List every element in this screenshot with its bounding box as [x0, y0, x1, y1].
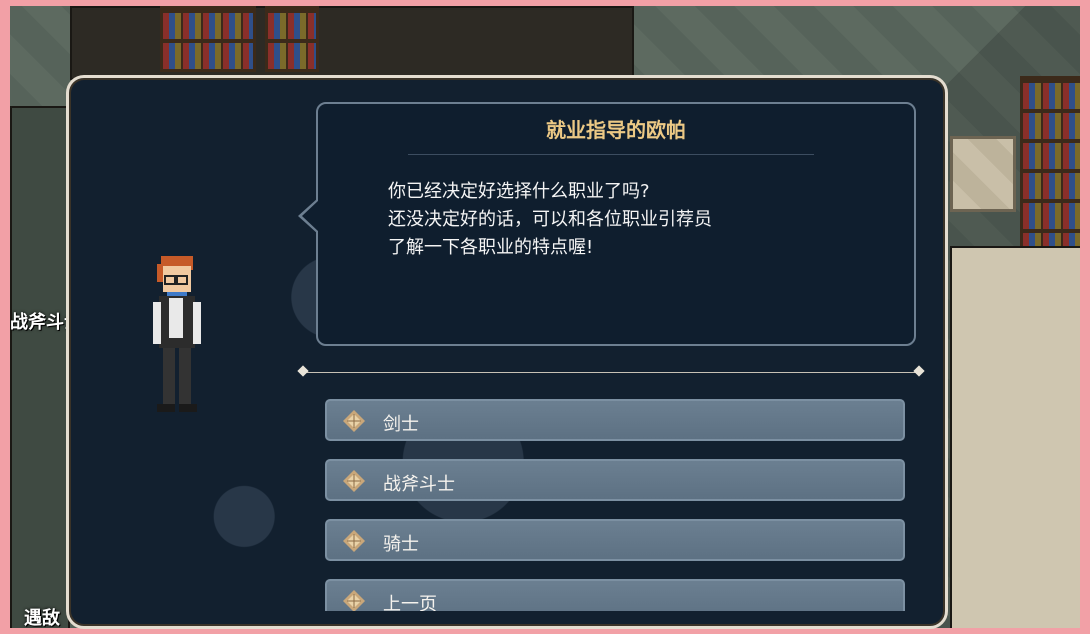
- choice-list: 剑士 战斧斗士 骑士 上一页: [325, 399, 909, 611]
- message-line: 还没决定好的话，可以和各位职业引荐员: [388, 209, 712, 230]
- right-floor: [950, 246, 1080, 628]
- speech-bubble-tail-fill: [302, 200, 319, 232]
- speech-bubble: 就业指导的欧帕 你已经决定好选择什么职业了吗? 还没决定好的话，可以和各位职业引…: [316, 102, 916, 346]
- top-wall: [70, 6, 634, 80]
- name-divider: [408, 154, 814, 155]
- choice-knight-button[interactable]: 骑士: [325, 519, 905, 561]
- choice-label: 战斧斗士: [383, 474, 455, 495]
- choice-label: 剑士: [383, 414, 419, 435]
- choice-swordsman-button[interactable]: 剑士: [325, 399, 905, 441]
- left-floor: [10, 106, 70, 628]
- message-line: 你已经决定好选择什么职业了吗?: [388, 181, 650, 202]
- choice-divider: [303, 372, 919, 373]
- choice-axe-fighter-button[interactable]: 战斧斗士: [325, 459, 905, 501]
- choice-previous-page-button[interactable]: 上一页: [325, 579, 905, 611]
- rug: [950, 136, 1016, 212]
- encounter-label: 遇敌: [24, 608, 60, 628]
- diamond-icon: [343, 590, 365, 611]
- choice-label: 骑士: [383, 534, 419, 555]
- bookshelf: [265, 6, 319, 72]
- message-line: 了解一下各职业的特点喔!: [388, 237, 594, 258]
- bookshelf: [160, 6, 256, 72]
- npc-name: 就业指导的欧帕: [546, 118, 686, 142]
- npc-portrait: [153, 256, 201, 412]
- diamond-icon: [343, 470, 365, 492]
- npc-message: 你已经决定好选择什么职业了吗? 还没决定好的话，可以和各位职业引荐员 了解一下各…: [388, 178, 888, 262]
- diamond-icon: [343, 530, 365, 552]
- diamond-icon: [343, 410, 365, 432]
- choice-label: 上一页: [383, 594, 437, 611]
- npc-dialog-window: 就业指导的欧帕 你已经决定好选择什么职业了吗? 还没决定好的话，可以和各位职业引…: [66, 75, 948, 629]
